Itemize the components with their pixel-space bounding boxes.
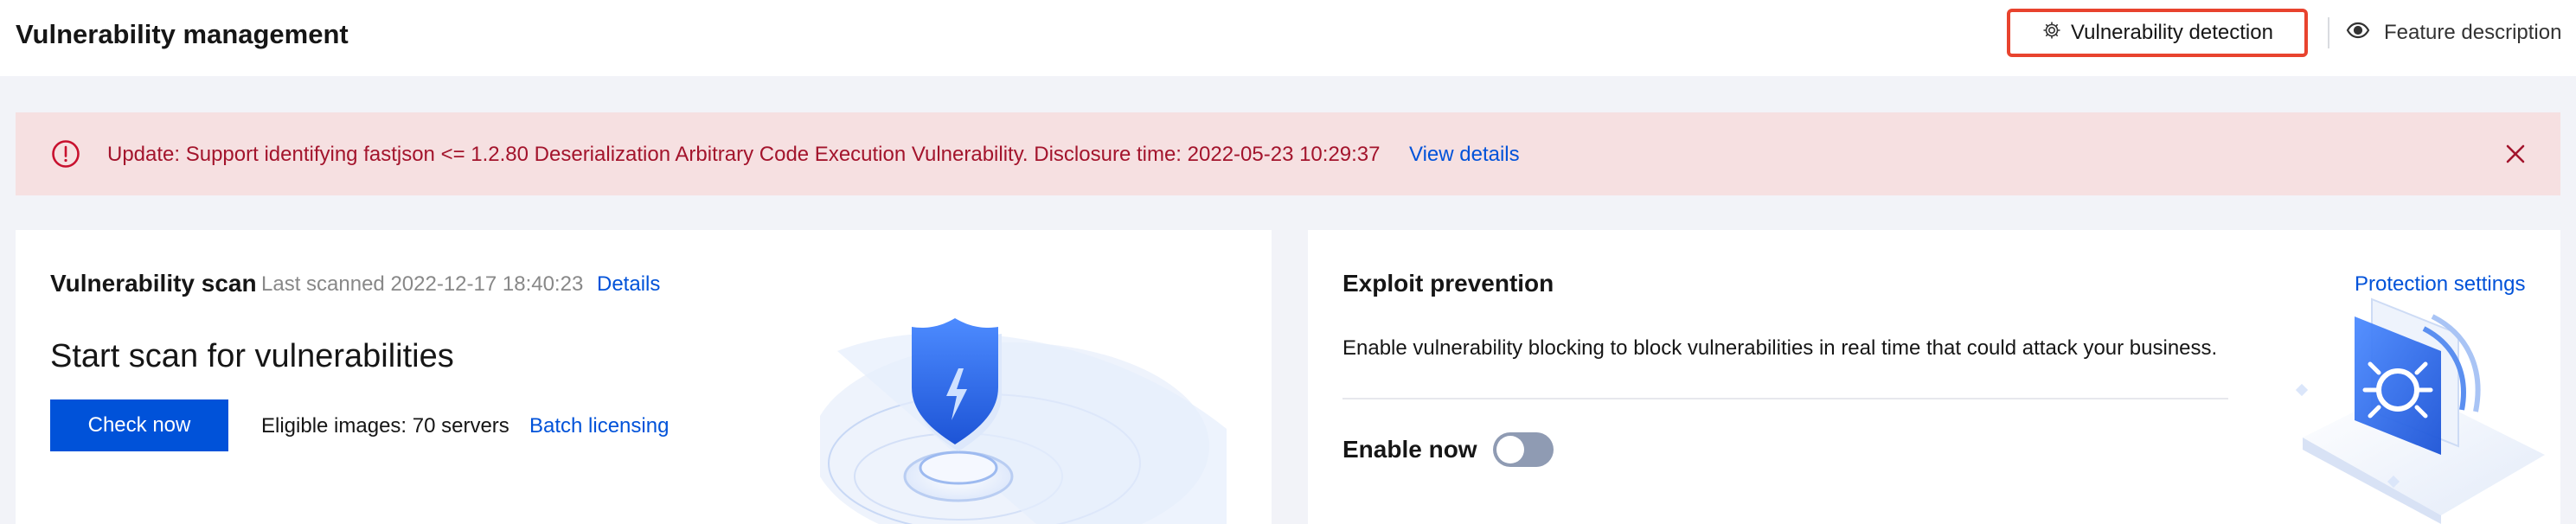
last-scanned-text: Last scanned 2022-12-17 18:40:23 xyxy=(261,272,584,296)
top-bar: Vulnerability management Vulnerability d… xyxy=(0,0,2576,76)
feature-description-link[interactable]: Feature description xyxy=(2346,17,2561,48)
exploit-card-description: Enable vulnerability blocking to block v… xyxy=(1342,336,2218,360)
feature-description-label: Feature description xyxy=(2384,21,2562,44)
vulnerability-detection-label: Vulnerability detection xyxy=(2071,21,2273,44)
alert-message: Update: Support identifying fastjson <= … xyxy=(107,143,1381,166)
exploit-prevention-card: Exploit prevention Enable vulnerability … xyxy=(1308,230,2560,524)
shield-scan-illustration xyxy=(811,299,1253,524)
view-details-link[interactable]: View details xyxy=(1409,142,1520,168)
check-now-button[interactable]: Check now xyxy=(50,399,228,451)
update-alert-banner: Update: Support identifying fastjson <= … xyxy=(16,112,2560,195)
eligible-images-text: Eligible images: 70 servers xyxy=(261,414,509,438)
gear-icon xyxy=(2041,20,2062,47)
exploit-card-divider xyxy=(1342,398,2228,399)
scan-details-link[interactable]: Details xyxy=(597,272,660,297)
vulnerability-scan-card: Vulnerability scan Last scanned 2022-12-… xyxy=(16,230,1272,524)
eye-icon xyxy=(2346,18,2370,48)
enable-now-label: Enable now xyxy=(1342,436,1477,463)
batch-licensing-link[interactable]: Batch licensing xyxy=(529,413,669,439)
enable-protection-toggle[interactable] xyxy=(1493,432,1554,467)
vulnerability-detection-button[interactable]: Vulnerability detection xyxy=(2007,9,2308,57)
scan-heading: Start scan for vulnerabilities xyxy=(50,338,454,374)
shield-bug-illustration xyxy=(2259,265,2545,524)
close-icon[interactable] xyxy=(2503,142,2528,166)
header-divider xyxy=(2328,17,2329,48)
page-title: Vulnerability management xyxy=(16,19,349,49)
exploit-card-title: Exploit prevention xyxy=(1342,270,1554,297)
scan-card-title: Vulnerability scan xyxy=(50,270,257,297)
protection-settings-link[interactable]: Protection settings xyxy=(2355,272,2525,297)
alert-circle-icon xyxy=(50,138,81,169)
toggle-knob xyxy=(1496,436,1524,463)
